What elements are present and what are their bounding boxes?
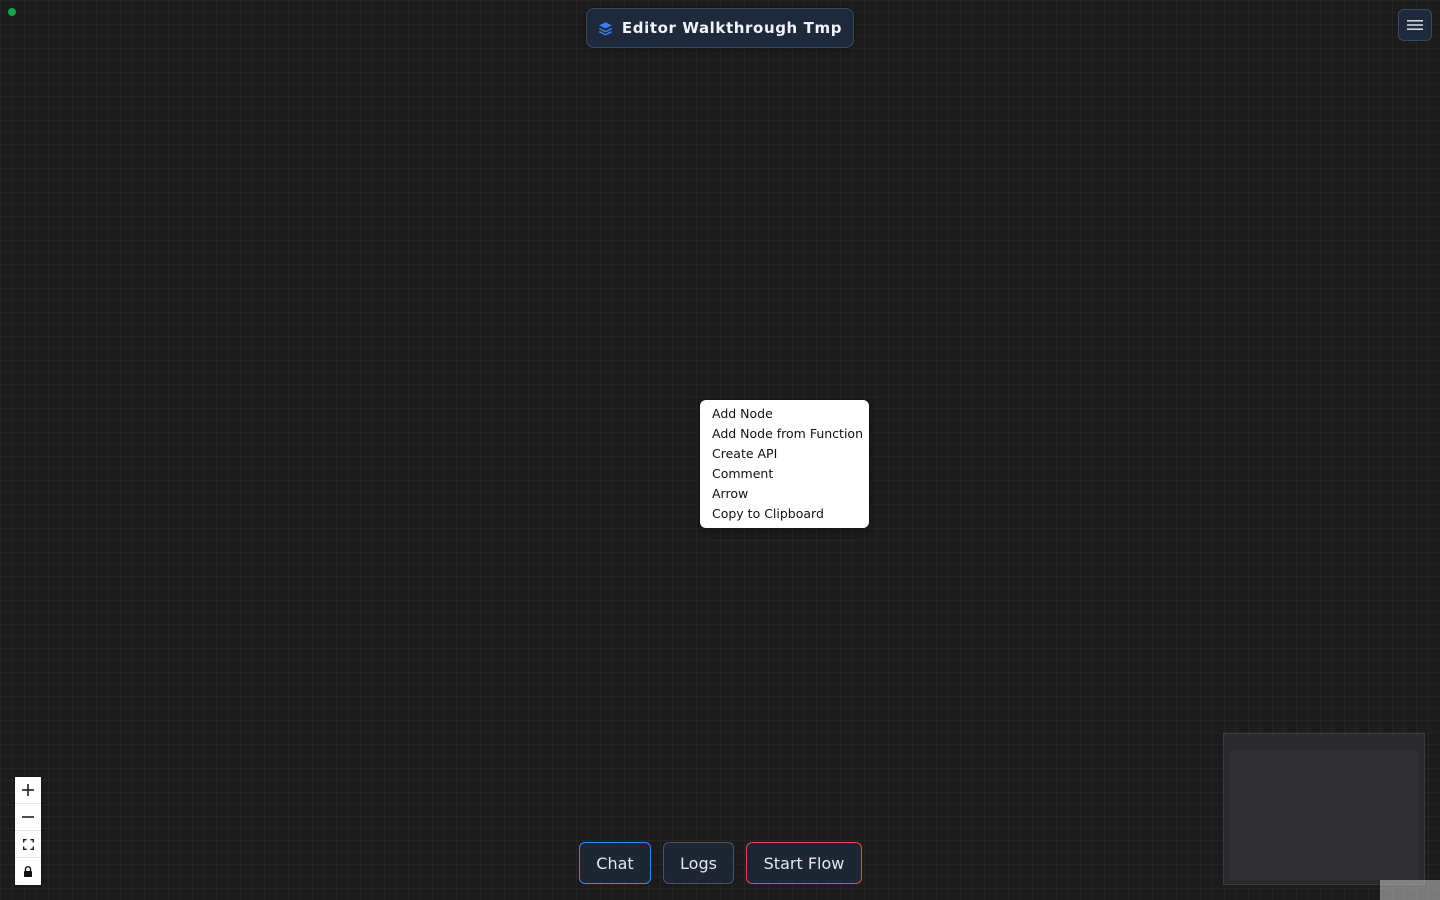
fit-view-button[interactable] <box>15 831 41 858</box>
canvas-context-menu: Add Node Add Node from Function Create A… <box>700 400 869 528</box>
zoom-out-button[interactable] <box>15 804 41 831</box>
chat-button[interactable]: Chat <box>579 842 651 884</box>
fit-view-icon <box>22 838 34 850</box>
logs-button[interactable]: Logs <box>663 842 734 884</box>
flow-title: Editor Walkthrough Tmp <box>621 19 843 37</box>
layers-icon <box>598 21 613 36</box>
menu-item-comment[interactable]: Comment <box>700 464 869 484</box>
flow-title-button[interactable]: Editor Walkthrough Tmp <box>586 8 854 48</box>
menu-item-create-api[interactable]: Create API <box>700 444 869 464</box>
minimap-viewport[interactable] <box>1230 750 1418 880</box>
lock-icon <box>23 866 33 877</box>
lock-button[interactable] <box>15 858 41 885</box>
zoom-in-button[interactable] <box>15 777 41 804</box>
zoom-controls <box>15 777 41 885</box>
menu-item-add-node[interactable]: Add Node <box>700 404 869 424</box>
main-menu-button[interactable] <box>1398 9 1432 41</box>
menu-item-copy-to-clipboard[interactable]: Copy to Clipboard <box>700 504 869 524</box>
menu-item-add-node-from-function[interactable]: Add Node from Function <box>700 424 869 444</box>
minus-icon <box>22 811 34 823</box>
hamburger-menu-icon <box>1406 18 1424 32</box>
menu-item-arrow[interactable]: Arrow <box>700 484 869 504</box>
minimap[interactable] <box>1223 733 1425 885</box>
plus-icon <box>22 784 34 796</box>
connection-status-dot <box>8 8 16 16</box>
bottom-action-bar: Chat Logs Start Flow <box>579 842 862 884</box>
attribution-badge <box>1380 880 1440 900</box>
start-flow-button[interactable]: Start Flow <box>746 842 862 884</box>
